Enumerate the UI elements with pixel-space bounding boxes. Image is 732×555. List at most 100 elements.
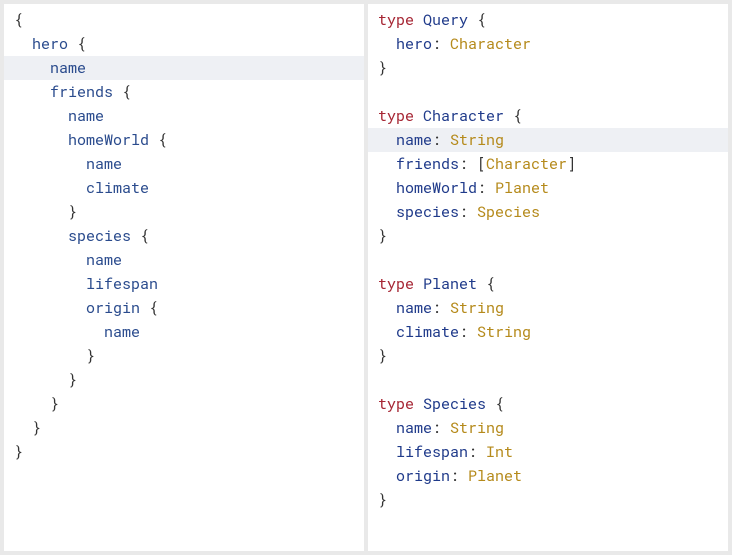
query-line: {: [4, 8, 364, 32]
code-token: friends: [50, 82, 113, 102]
query-line: name: [4, 152, 364, 176]
schema-line: [368, 80, 728, 104]
query-line: climate: [4, 176, 364, 200]
code-token: {: [68, 34, 86, 54]
query-line: species {: [4, 224, 364, 248]
code-token: Planet: [423, 274, 477, 294]
code-token: Query: [423, 10, 468, 30]
code-token: homeWorld: [396, 178, 477, 198]
code-token: Int: [486, 442, 513, 462]
query-line: }: [4, 392, 364, 416]
query-line: hero {: [4, 32, 364, 56]
code-token: type: [378, 394, 423, 414]
schema-line: }: [368, 344, 728, 368]
code-token: name: [50, 58, 86, 78]
schema-line: climate: String: [368, 320, 728, 344]
code-token: }: [50, 394, 59, 414]
code-token: climate: [86, 178, 149, 198]
code-token: species: [68, 226, 131, 246]
code-token: Character: [423, 106, 504, 126]
code-token: Character: [450, 34, 531, 54]
code-token: }: [378, 346, 387, 366]
code-token: origin: [396, 466, 450, 486]
code-token: Planet: [468, 466, 522, 486]
code-token: String: [450, 298, 504, 318]
code-token: Character: [486, 154, 567, 174]
code-token: homeWorld: [68, 130, 149, 150]
schema-line: type Character {: [368, 104, 728, 128]
code-token: {: [140, 298, 158, 318]
schema-line: name: String: [368, 416, 728, 440]
query-line: name: [4, 320, 364, 344]
code-token: :: [432, 130, 450, 150]
schema-line: name: String: [368, 128, 728, 152]
query-line: name: [4, 248, 364, 272]
schema-line: lifespan: Int: [368, 440, 728, 464]
code-token: name: [68, 106, 104, 126]
code-token: }: [14, 442, 23, 462]
code-token: :: [459, 322, 477, 342]
code-token: {: [486, 394, 504, 414]
code-token: String: [450, 418, 504, 438]
code-token: {: [113, 82, 131, 102]
code-token: {: [131, 226, 149, 246]
code-token: name: [396, 418, 432, 438]
code-token: }: [68, 202, 77, 222]
schema-line: type Species {: [368, 392, 728, 416]
code-token: {: [468, 10, 486, 30]
code-token: }: [378, 490, 387, 510]
query-line: }: [4, 416, 364, 440]
code-token: friends: [396, 154, 459, 174]
query-line: }: [4, 440, 364, 464]
code-token: :: [468, 442, 486, 462]
query-line: name: [4, 104, 364, 128]
query-line: }: [4, 344, 364, 368]
code-token: type: [378, 274, 423, 294]
code-token: }: [32, 418, 41, 438]
code-token: Planet: [495, 178, 549, 198]
code-token: name: [86, 154, 122, 174]
code-token: : [: [459, 154, 486, 174]
query-panel[interactable]: { hero { name friends { name homeWorld {…: [4, 4, 364, 551]
schema-line: }: [368, 488, 728, 512]
schema-line: species: Species: [368, 200, 728, 224]
code-token: Species: [477, 202, 540, 222]
code-token: }: [68, 370, 77, 390]
code-token: {: [149, 130, 167, 150]
code-token: }: [378, 58, 387, 78]
query-line: }: [4, 368, 364, 392]
code-token: name: [86, 250, 122, 270]
code-token: name: [104, 322, 140, 342]
code-token: {: [504, 106, 522, 126]
query-line: friends {: [4, 80, 364, 104]
code-token: lifespan: [86, 274, 158, 294]
code-token: Species: [423, 394, 486, 414]
schema-line: }: [368, 224, 728, 248]
code-token: String: [477, 322, 531, 342]
schema-line: [368, 248, 728, 272]
code-token: species: [396, 202, 459, 222]
code-token: }: [378, 226, 387, 246]
code-token: {: [477, 274, 495, 294]
code-token: :: [432, 298, 450, 318]
schema-line: type Query {: [368, 8, 728, 32]
code-token: type: [378, 10, 423, 30]
code-token: :: [432, 418, 450, 438]
schema-line: }: [368, 56, 728, 80]
code-token: :: [477, 178, 495, 198]
query-line: lifespan: [4, 272, 364, 296]
code-token: :: [450, 466, 468, 486]
schema-line: origin: Planet: [368, 464, 728, 488]
schema-line: homeWorld: Planet: [368, 176, 728, 200]
code-token: String: [450, 130, 504, 150]
query-line: origin {: [4, 296, 364, 320]
code-token: climate: [396, 322, 459, 342]
code-token: hero: [396, 34, 432, 54]
schema-line: [368, 368, 728, 392]
code-token: name: [396, 298, 432, 318]
code-token: lifespan: [396, 442, 468, 462]
schema-panel[interactable]: type Query { hero: Character} type Chara…: [368, 4, 728, 551]
code-token: ]: [567, 154, 576, 174]
code-token: :: [432, 34, 450, 54]
code-token: type: [378, 106, 423, 126]
